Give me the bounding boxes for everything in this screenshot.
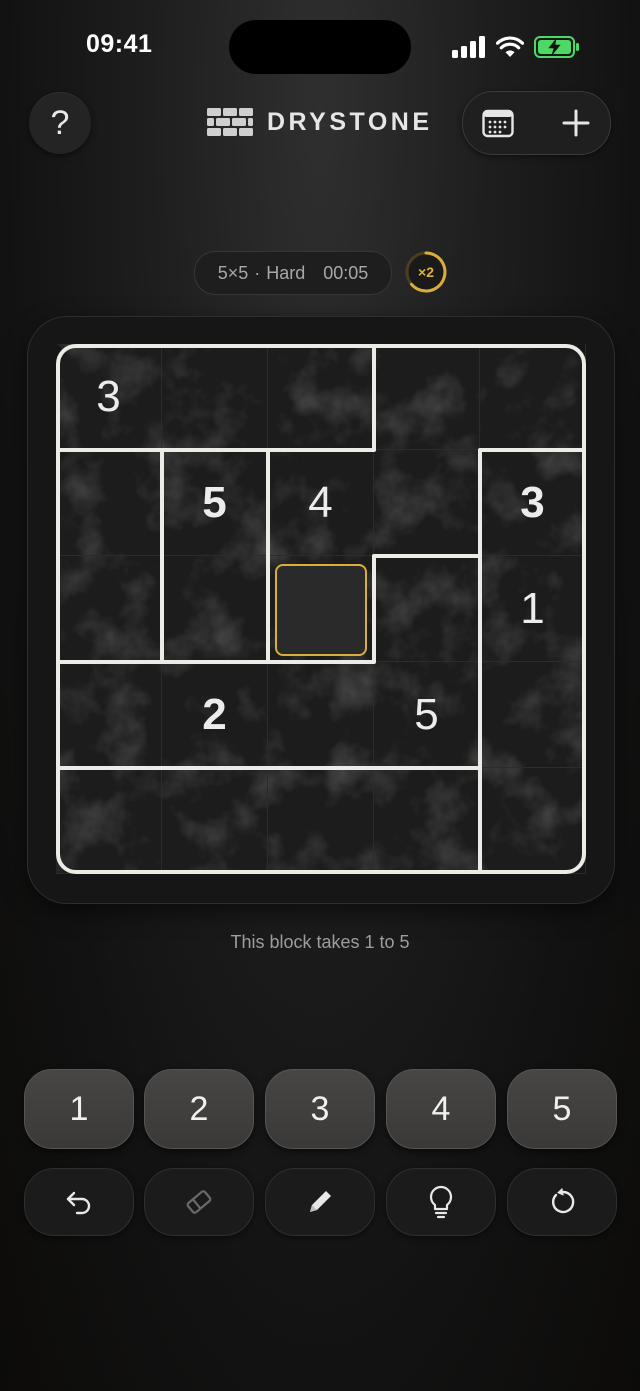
puzzle-grid: 3543125 bbox=[56, 344, 586, 874]
multiplier-label: ×2 bbox=[418, 264, 434, 280]
timer: 00:05 bbox=[323, 262, 369, 283]
grid-cell-r5-c4[interactable] bbox=[374, 768, 480, 874]
grid-cell-r5-c3[interactable] bbox=[268, 768, 374, 874]
key-label: 2 bbox=[189, 1089, 209, 1128]
grid-cell-r3-c3[interactable] bbox=[268, 556, 374, 662]
restart-button[interactable] bbox=[507, 1168, 617, 1236]
block-hint: This block takes 1 to 5 bbox=[230, 932, 410, 952]
grid-cell-r2-c4[interactable] bbox=[374, 450, 480, 556]
header-actions bbox=[462, 91, 611, 155]
help-button[interactable]: ? bbox=[29, 92, 91, 154]
key-5[interactable]: 5 bbox=[507, 1069, 617, 1149]
grid-cell-r1-c4[interactable] bbox=[374, 344, 480, 450]
battery-charging-icon bbox=[534, 36, 579, 58]
grid-cell-r4-c3[interactable] bbox=[268, 662, 374, 768]
stone-wall-icon bbox=[207, 108, 253, 136]
grid-cell-r4-c4[interactable]: 5 bbox=[374, 662, 480, 768]
key-2[interactable]: 2 bbox=[144, 1069, 254, 1149]
restart-icon bbox=[551, 1187, 575, 1214]
dynamic-island bbox=[229, 20, 411, 74]
grid-cell-r5-c2[interactable] bbox=[162, 768, 268, 874]
grid-cell-r5-c5[interactable] bbox=[480, 768, 586, 874]
key-1[interactable]: 1 bbox=[24, 1069, 134, 1149]
app-name: DRYSTONE bbox=[267, 107, 433, 136]
pencil-icon bbox=[310, 1191, 331, 1212]
key-4[interactable]: 4 bbox=[386, 1069, 496, 1149]
grid-cell-r3-c1[interactable] bbox=[56, 556, 162, 662]
key-label: 5 bbox=[552, 1089, 572, 1128]
hint-button[interactable] bbox=[386, 1168, 496, 1236]
status-time: 09:41 bbox=[86, 30, 153, 58]
grid-cell-r2-c2[interactable]: 5 bbox=[162, 450, 268, 556]
grid-cell-r1-c2[interactable] bbox=[162, 344, 268, 450]
grid-cell-r2-c5[interactable]: 3 bbox=[480, 450, 586, 556]
key-label: 1 bbox=[69, 1089, 89, 1128]
undo-icon bbox=[66, 1191, 91, 1215]
wifi-icon bbox=[496, 36, 524, 57]
grid-cell-r3-c4[interactable] bbox=[374, 556, 480, 662]
grid-cell-r5-c1[interactable] bbox=[56, 768, 162, 874]
grid-cell-r4-c2[interactable]: 2 bbox=[162, 662, 268, 768]
erase-button[interactable] bbox=[144, 1168, 254, 1236]
grid-cell-r4-c5[interactable] bbox=[480, 662, 586, 768]
key-label: 4 bbox=[431, 1089, 451, 1128]
grid-cell-r3-c5[interactable]: 1 bbox=[480, 556, 586, 662]
calendar-icon bbox=[482, 109, 514, 138]
calendar-button[interactable] bbox=[463, 92, 533, 154]
help-label: ? bbox=[50, 103, 70, 142]
brand: DRYSTONE bbox=[207, 105, 433, 139]
eraser-icon bbox=[186, 1190, 212, 1214]
score-multiplier: ×2 bbox=[404, 250, 448, 294]
cellular-signal-icon bbox=[452, 36, 485, 58]
grid-cell-r3-c2[interactable] bbox=[162, 556, 268, 662]
grid-cell-r1-c5[interactable] bbox=[480, 344, 586, 450]
plus-icon bbox=[562, 109, 590, 137]
grid-cell-r2-c1[interactable] bbox=[56, 450, 162, 556]
grid-cell-r1-c3[interactable] bbox=[268, 344, 374, 450]
grid-size: 5×5 bbox=[217, 262, 249, 283]
grid-cell-r4-c1[interactable] bbox=[56, 662, 162, 768]
key-label: 3 bbox=[310, 1089, 330, 1128]
pencil-mode-button[interactable] bbox=[265, 1168, 375, 1236]
lightbulb-icon bbox=[429, 1185, 453, 1219]
status-icons bbox=[452, 32, 580, 62]
difficulty: Hard bbox=[266, 262, 306, 283]
grid-cell-r2-c3[interactable]: 4 bbox=[268, 450, 374, 556]
key-3[interactable]: 3 bbox=[265, 1069, 375, 1149]
game-info-pill: 5×5 · Hard 00:05 bbox=[194, 251, 392, 295]
separator: · bbox=[254, 262, 261, 283]
grid-cell-r1-c1[interactable]: 3 bbox=[56, 344, 162, 450]
undo-button[interactable] bbox=[24, 1168, 134, 1236]
new-game-button[interactable] bbox=[541, 92, 611, 154]
